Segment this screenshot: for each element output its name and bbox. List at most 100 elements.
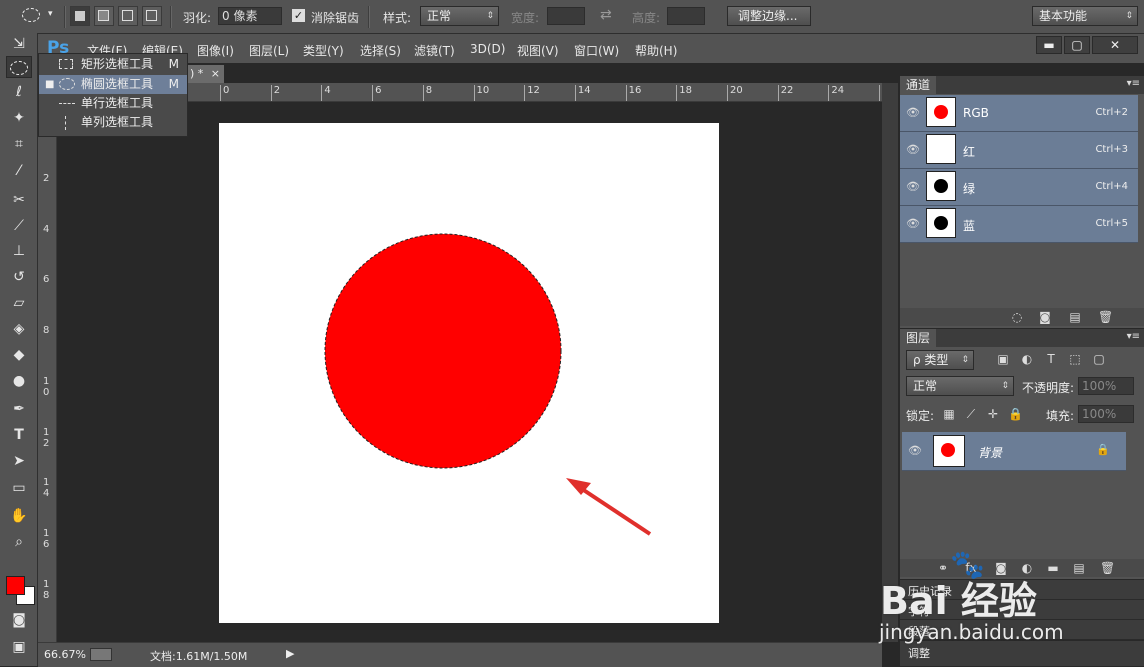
marquee-preset-icon[interactable]: [22, 8, 40, 22]
feather-input[interactable]: 0 像素: [218, 7, 282, 25]
refine-edge-button[interactable]: 调整边缘...: [727, 6, 811, 26]
hand-tool-icon[interactable]: ✋: [6, 505, 32, 527]
add-selection-button[interactable]: [94, 6, 114, 26]
filter-shape-icon[interactable]: ⬚: [1068, 352, 1082, 366]
channel-row-blue[interactable]: 👁 蓝 Ctrl+5: [900, 206, 1138, 243]
menu-filter[interactable]: 滤镜(T): [414, 42, 455, 59]
filter-smart-icon[interactable]: ▢: [1092, 352, 1106, 366]
magic-wand-tool-icon[interactable]: ✦: [6, 107, 32, 129]
quick-mask-icon[interactable]: ◙: [6, 609, 32, 631]
document-tab[interactable]: ) * ×: [188, 65, 224, 83]
new-channel-icon[interactable]: ▤: [1068, 310, 1082, 324]
pen-tool-icon[interactable]: ✒: [6, 398, 32, 420]
eye-icon[interactable]: 👁: [906, 181, 920, 193]
flyout-item-ellipse-marquee[interactable]: ■ 椭圆选框工具 M: [39, 75, 187, 94]
fill-input[interactable]: 100%: [1078, 405, 1134, 423]
blend-mode-select[interactable]: 正常 ⇕: [906, 376, 1014, 396]
blur-tool-icon[interactable]: ◆: [6, 344, 32, 366]
menu-select[interactable]: 选择(S): [360, 42, 401, 59]
type-tool-icon[interactable]: T: [6, 424, 32, 446]
lock-move-icon[interactable]: ✛: [986, 407, 1000, 421]
flyout-item-row-marquee[interactable]: 单行选框工具: [39, 94, 187, 113]
healing-brush-tool-icon[interactable]: ✂: [6, 189, 32, 211]
menu-3d[interactable]: 3D(D): [470, 42, 505, 56]
eye-icon[interactable]: 👁: [906, 218, 920, 230]
chevron-updown-icon: ⇕: [961, 355, 969, 365]
trash-icon[interactable]: 🗑: [1098, 310, 1113, 324]
foreground-color-swatch[interactable]: [6, 576, 25, 595]
red-circle-selection[interactable]: [324, 233, 562, 469]
ruler-tick: [473, 85, 475, 101]
layer-filter-select[interactable]: ρ 类型 ⇕: [906, 350, 974, 370]
menu-view[interactable]: 视图(V): [517, 42, 559, 59]
layers-tab[interactable]: 图层: [900, 329, 937, 347]
paint-bucket-tool-icon[interactable]: ◈: [6, 318, 32, 340]
flyout-item-label: 矩形选框工具: [81, 57, 154, 71]
layer-row-background[interactable]: 👁 背景 🔒: [902, 432, 1126, 471]
channel-row-red[interactable]: 👁 红 Ctrl+3: [900, 132, 1138, 169]
eyedropper-tool-icon[interactable]: ⁄: [6, 160, 32, 182]
new-selection-button[interactable]: [70, 6, 90, 26]
eye-icon[interactable]: 👁: [908, 445, 922, 457]
menu-layer[interactable]: 图层(L): [249, 42, 289, 59]
eye-icon[interactable]: 👁: [906, 144, 920, 156]
panel-menu-icon[interactable]: ▾≡: [1127, 331, 1140, 342]
rectangle-tool-icon[interactable]: ▭: [6, 477, 32, 499]
ruler-tick: [879, 85, 881, 101]
menu-type[interactable]: 类型(Y): [303, 42, 344, 59]
menu-window[interactable]: 窗口(W): [574, 42, 619, 59]
channel-row-green[interactable]: 👁 绿 Ctrl+4: [900, 169, 1138, 206]
zoom-tool-icon[interactable]: ⌕: [6, 531, 32, 553]
dodge-tool-icon[interactable]: ●: [6, 370, 32, 392]
ruler-tick: [524, 85, 526, 101]
document-canvas[interactable]: [219, 123, 719, 623]
lock-transparent-icon[interactable]: ▦: [942, 407, 956, 421]
subtract-selection-button[interactable]: [118, 6, 138, 26]
style-select[interactable]: 正常 ⇕: [420, 6, 499, 26]
stamp-tool-icon[interactable]: ⊥: [6, 240, 32, 262]
status-menu-arrow-icon[interactable]: ▶: [286, 647, 294, 660]
width-input[interactable]: [547, 7, 585, 25]
lock-paint-icon[interactable]: ⟋: [964, 407, 978, 421]
preset-dropdown-icon[interactable]: ▾: [48, 9, 53, 19]
intersect-selection-button[interactable]: [142, 6, 162, 26]
height-input[interactable]: [667, 7, 705, 25]
chevron-down-icon: ⇕: [1125, 11, 1133, 21]
zoom-level[interactable]: 66.67%: [44, 648, 86, 661]
eye-icon[interactable]: 👁: [906, 107, 920, 119]
opacity-input[interactable]: 100%: [1078, 377, 1134, 395]
screen-mode-icon[interactable]: ▣: [6, 636, 32, 658]
document-tab-label: ) *: [190, 67, 204, 80]
swap-icon[interactable]: ⇄: [600, 7, 612, 23]
ellipse-marquee-tool-icon[interactable]: [6, 56, 32, 78]
brush-tool-icon[interactable]: ⟋: [6, 215, 32, 237]
menu-image[interactable]: 图像(I): [197, 42, 234, 59]
panel-menu-icon[interactable]: ▾≡: [1127, 78, 1140, 89]
filter-pixel-icon[interactable]: ▣: [996, 352, 1010, 366]
save-selection-icon[interactable]: ◙: [1038, 310, 1052, 324]
move-tool-icon[interactable]: ⇲: [6, 33, 32, 55]
minimize-button[interactable]: ▬: [1036, 36, 1062, 54]
channels-tab[interactable]: 通道: [900, 76, 937, 94]
workspace-select[interactable]: 基本功能 ⇕: [1032, 6, 1138, 26]
maximize-button[interactable]: ▢: [1064, 36, 1090, 54]
flyout-item-rect-marquee[interactable]: 矩形选框工具 M: [39, 55, 187, 74]
path-selection-tool-icon[interactable]: ➤: [6, 450, 32, 472]
load-selection-icon[interactable]: ◌: [1010, 310, 1024, 324]
watermark-url: jingyan.baidu.com: [879, 620, 1064, 644]
tab-close-icon[interactable]: ×: [211, 67, 220, 80]
lock-all-icon[interactable]: 🔒: [1008, 407, 1023, 421]
close-button[interactable]: ✕: [1092, 36, 1138, 54]
filter-adjustment-icon[interactable]: ◐: [1020, 352, 1034, 366]
blend-mode-value: 正常: [913, 379, 938, 393]
flyout-item-column-marquee[interactable]: 单列选框工具: [39, 113, 187, 132]
menu-help[interactable]: 帮助(H): [635, 42, 677, 59]
flyout-item-key: M: [168, 57, 179, 71]
channel-row-rgb[interactable]: 👁 RGB Ctrl+2: [900, 95, 1138, 132]
eraser-tool-icon[interactable]: ▱: [6, 292, 32, 314]
antialias-checkbox[interactable]: ✓: [292, 9, 305, 22]
lasso-tool-icon[interactable]: ℓ: [6, 81, 32, 103]
crop-tool-icon[interactable]: ⌗: [6, 133, 32, 155]
history-brush-tool-icon[interactable]: ↺: [6, 266, 32, 288]
filter-type-icon[interactable]: T: [1044, 352, 1058, 366]
